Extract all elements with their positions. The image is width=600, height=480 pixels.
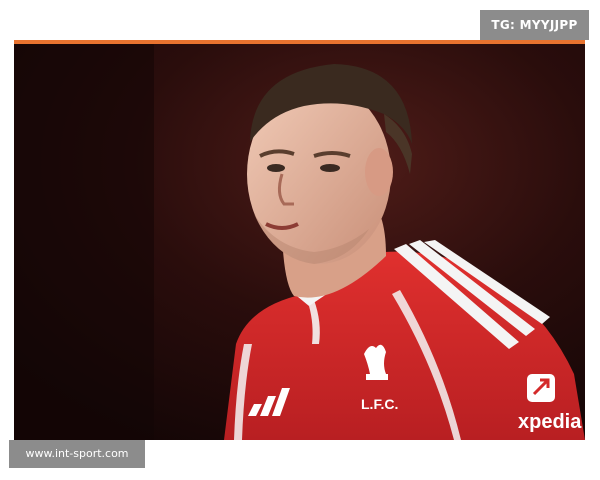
sponsor-label: xpedia bbox=[518, 411, 582, 433]
telegram-watermark: TG: MYYJJPP bbox=[480, 10, 589, 40]
expedia-logo-icon bbox=[527, 374, 555, 402]
crest-label: L.F.C. bbox=[361, 396, 398, 412]
player-illustration: L.F.C. xpedia bbox=[14, 44, 585, 440]
player-photo: L.F.C. xpedia bbox=[14, 44, 585, 440]
website-watermark: www.int-sport.com bbox=[9, 440, 145, 468]
